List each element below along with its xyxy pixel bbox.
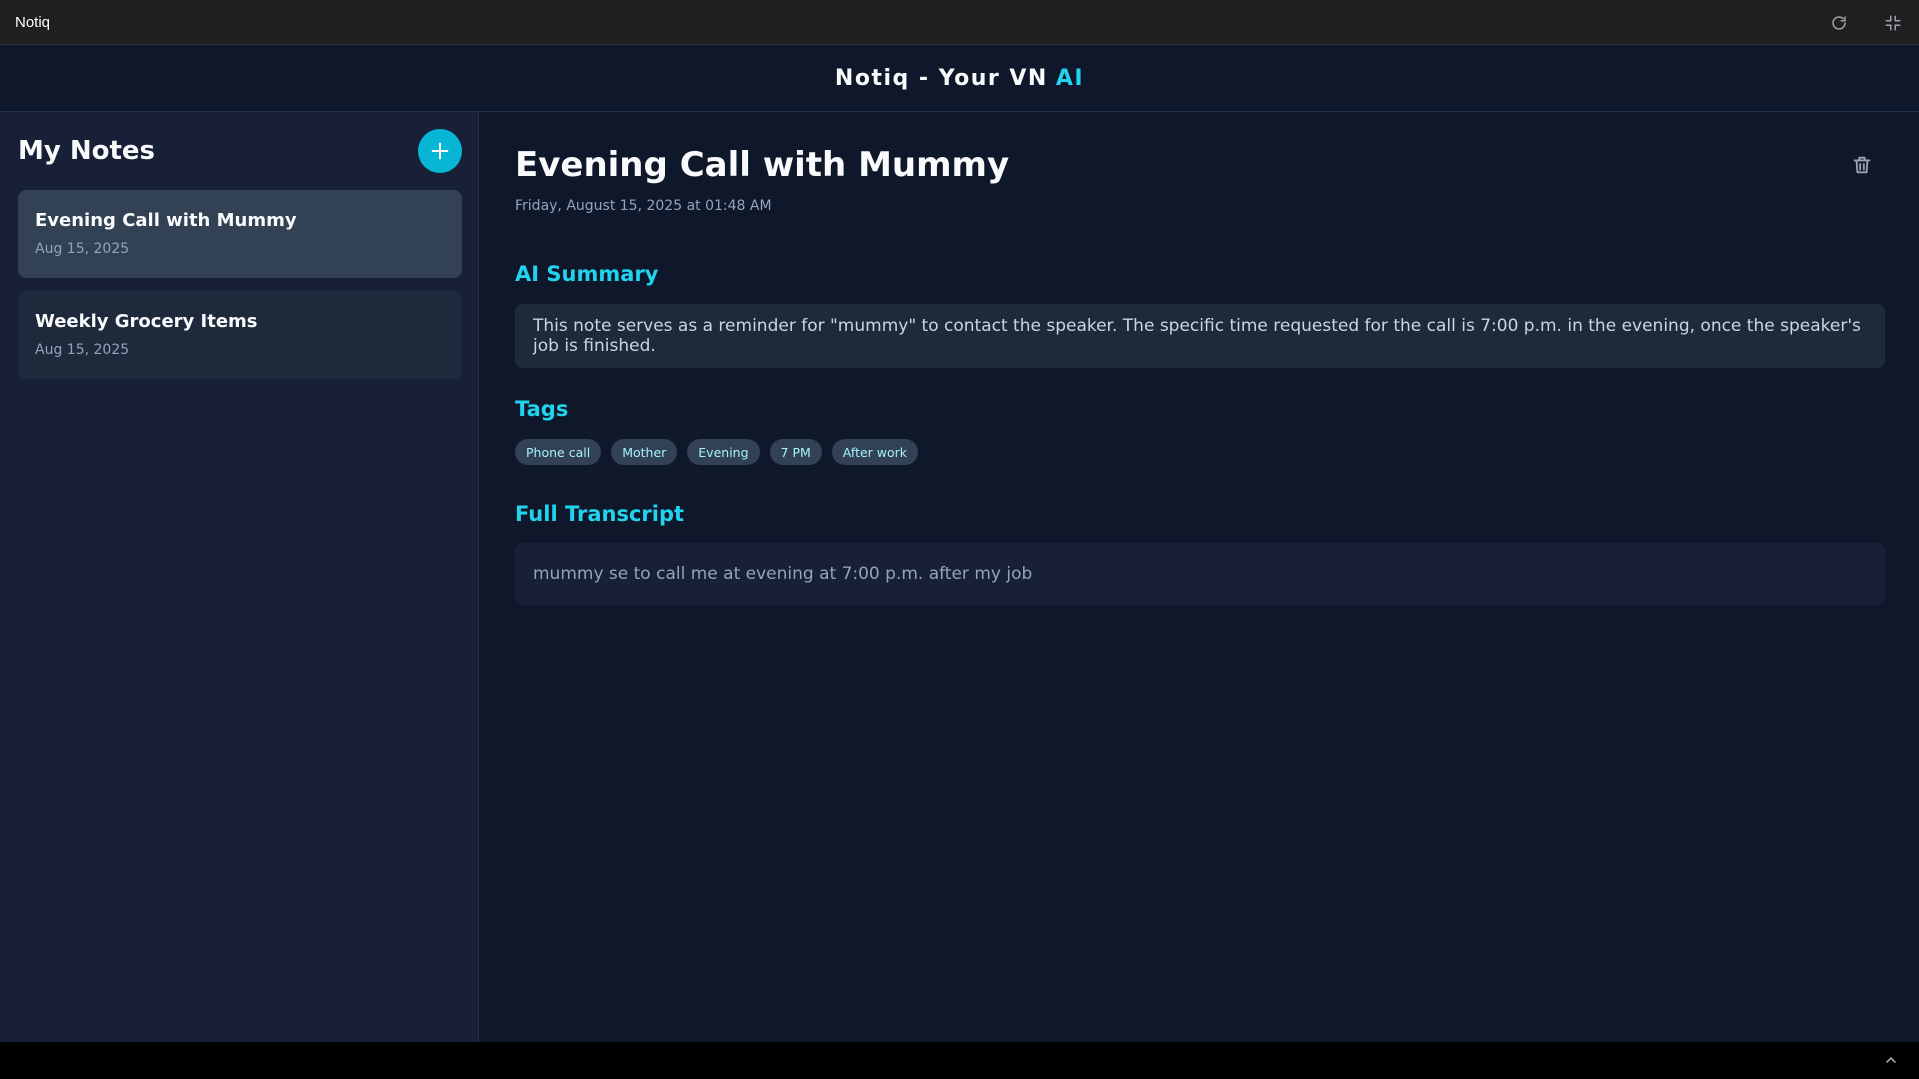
note-detail: Evening Call with Mummy Friday, August 1…	[480, 112, 1919, 1042]
tag-list: Phone call Mother Evening 7 PM After wor…	[515, 439, 919, 465]
note-list-item[interactable]: Evening Call with Mummy Aug 15, 2025	[18, 190, 462, 278]
note-item-title: Weekly Grocery Items	[35, 311, 258, 332]
note-item-title: Evening Call with Mummy	[35, 210, 297, 231]
title-bar: Notiq	[0, 0, 1919, 45]
refresh-icon[interactable]	[1827, 11, 1851, 35]
summary-text: This note serves as a reminder for "mumm…	[515, 304, 1885, 368]
transcript-heading: Full Transcript	[515, 502, 685, 526]
notes-sidebar: My Notes Evening Call with Mummy Aug 15,…	[0, 112, 479, 1042]
window-title: Notiq	[15, 13, 51, 31]
add-note-button[interactable]	[418, 129, 462, 173]
delete-note-button[interactable]	[1851, 154, 1875, 178]
tag[interactable]: Evening	[687, 439, 760, 465]
app-header: Notiq - Your VN AI	[0, 45, 1919, 112]
summary-heading: AI Summary	[515, 262, 659, 286]
note-item-date: Aug 15, 2025	[35, 342, 130, 358]
tags-heading: Tags	[515, 397, 569, 421]
plus-icon	[431, 142, 449, 160]
compress-icon[interactable]	[1881, 11, 1905, 35]
tag[interactable]: After work	[831, 439, 919, 465]
sidebar-title: My Notes	[18, 136, 156, 166]
sidebar-header: My Notes	[18, 128, 462, 174]
bottom-bar	[0, 1042, 1919, 1079]
tag[interactable]: Mother	[611, 439, 678, 465]
note-title: Evening Call with Mummy	[515, 145, 1010, 185]
note-datetime: Friday, August 15, 2025 at 01:48 AM	[515, 198, 772, 214]
chevron-up-icon[interactable]	[1883, 1052, 1899, 1068]
transcript-text: mummy se to call me at evening at 7:00 p…	[515, 543, 1885, 605]
app-header-title: Notiq - Your VN	[834, 65, 1048, 91]
app-header-accent: AI	[1055, 65, 1085, 91]
tag[interactable]: 7 PM	[769, 439, 822, 465]
trash-icon	[1853, 156, 1871, 174]
tag[interactable]: Phone call	[515, 439, 602, 465]
note-list-item[interactable]: Weekly Grocery Items Aug 15, 2025	[18, 291, 462, 379]
note-item-date: Aug 15, 2025	[35, 241, 130, 257]
